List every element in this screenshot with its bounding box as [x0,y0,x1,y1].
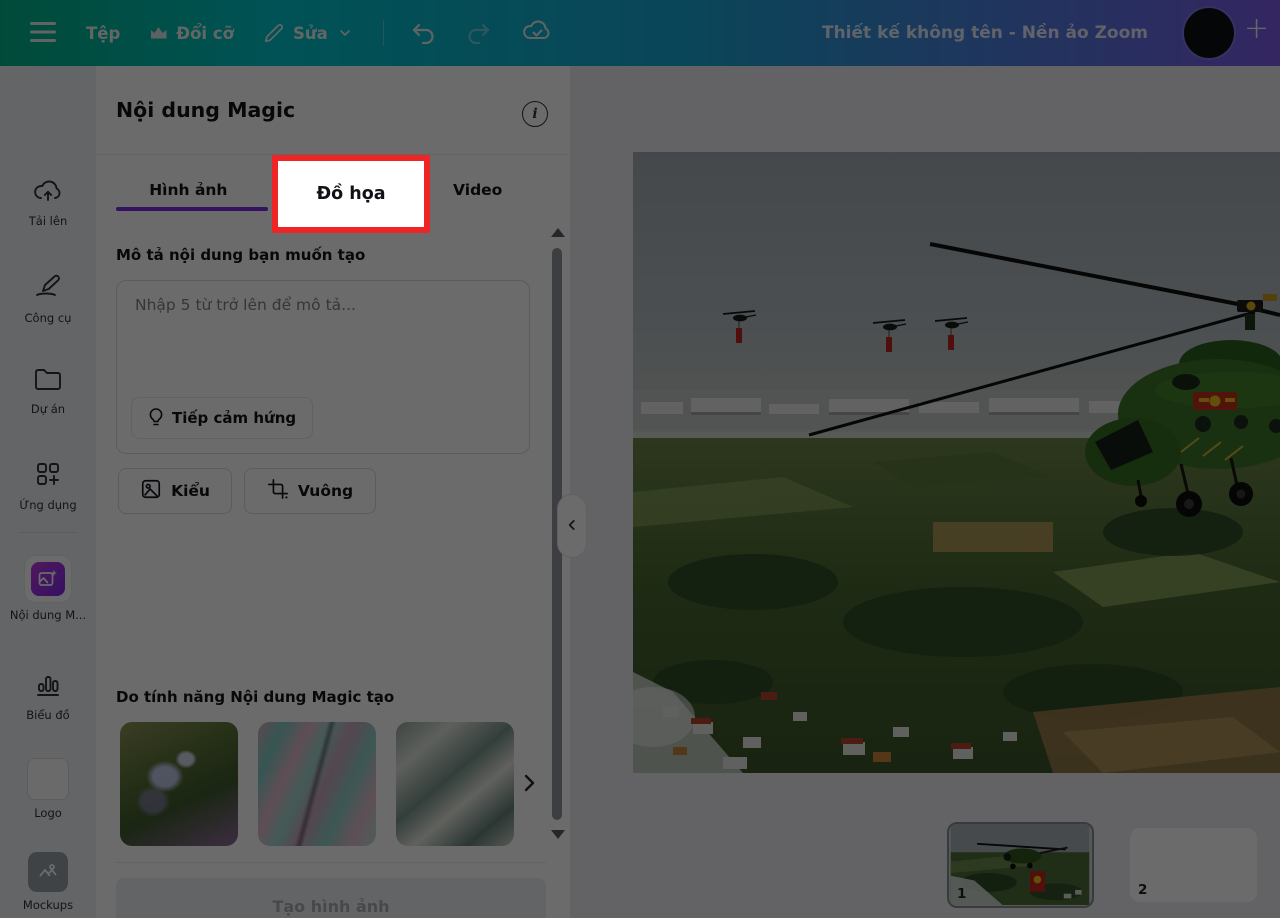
highlighted-tab-do-hoa[interactable]: Đồ họa [272,155,430,233]
resize-button[interactable]: Đổi cỡ [150,24,234,43]
sidebar-item-label: Công cụ [25,311,72,325]
undo-icon [410,20,436,47]
edit-label: Sửa [293,24,328,43]
magic-media-tile [25,556,71,602]
prompt-placeholder: Nhập 5 từ trở lên để mô tả... [135,296,356,314]
crown-icon [150,26,167,40]
prompt-input[interactable]: Nhập 5 từ trở lên để mô tả... Tiếp cảm h… [116,280,530,454]
design-title: Thiết kế không tên - Nền ảo Zoom [822,0,1148,66]
aspect-label: Vuông [298,482,353,500]
cloud-save-button[interactable] [522,19,552,48]
image-style-icon [140,478,162,504]
sidebar-item-label: Biểu đồ [26,708,69,722]
panel-title: Nội dung Magic [116,98,295,122]
chevron-left-icon [565,517,579,536]
sidebar-divider [18,532,78,533]
style-label: Kiểu [171,482,210,500]
lightbulb-icon [148,406,164,431]
gallery-thumb-holographic[interactable] [258,722,376,846]
file-menu-label: Tệp [86,24,120,43]
sidebar-item-label: Dự án [31,402,65,416]
sidebar-item-logo[interactable]: Logo [0,758,96,820]
sidebar-item-label: Tải lên [29,214,67,228]
sidebar-item-charts[interactable]: Biểu đồ [0,670,96,722]
scrollbar-down-arrow[interactable] [551,830,565,839]
hamburger-icon [30,21,56,46]
page-number: 1 [957,886,966,902]
sidebar-item-tools[interactable]: Công cụ [0,273,96,325]
cloud-upload-icon [33,178,63,208]
sidebar-item-apps[interactable]: Ứng dụng [0,460,96,512]
style-button[interactable]: Kiểu [118,468,232,514]
redo-icon [466,20,492,47]
sidebar-item-label: Ứng dụng [19,498,76,512]
active-tab-underline [116,207,268,211]
pencil-icon [264,23,284,43]
scrollbar-up-arrow[interactable] [551,228,565,237]
inspire-label: Tiếp cảm hứng [172,409,296,427]
menu-button[interactable] [30,21,56,46]
canva-editor: Tệp Đổi cỡ Sửa [0,0,1280,918]
sidebar-item-uploads[interactable]: Tải lên [0,178,96,228]
sidebar-item-label: Logo [34,806,62,820]
sidebar-item-projects[interactable]: Dự án [0,366,96,416]
gallery-heading: Do tính năng Nội dung Magic tạo [116,688,394,706]
chevron-down-icon [337,25,353,41]
magic-media-icon [31,562,65,596]
edit-menu-button[interactable]: Sửa [264,23,353,43]
sidebar-item-magic-media[interactable]: Nội dung M... [0,556,96,622]
avatar[interactable] [1184,8,1234,58]
folder-icon [33,366,63,396]
sidebar: Tải lên Công cụ Dự án Ứng dụng [0,66,97,918]
page-thumbnail-2[interactable]: 2 [1130,828,1257,902]
magic-edit-icon [33,273,63,305]
apps-icon [34,460,62,492]
mockups-icon [28,852,68,892]
canvas-workspace: 1 2 [570,66,1280,918]
inspire-button[interactable]: Tiếp cảm hứng [131,397,313,439]
logo-icon [27,758,69,800]
gallery-next-button[interactable] [512,766,546,802]
gallery-thumb-marble[interactable] [396,722,514,846]
toolbar-divider [383,20,384,46]
prompt-label: Mô tả nội dung bạn muốn tạo [116,246,365,264]
sidebar-item-mockups[interactable]: Mockups [0,852,96,912]
resize-label: Đổi cỡ [176,24,234,43]
info-icon[interactable]: i [522,101,548,127]
cloud-check-icon [522,19,552,48]
bar-chart-icon [34,670,62,702]
panel-collapse-handle[interactable] [557,494,587,558]
design-image-helicopters[interactable] [633,152,1280,773]
topbar: Tệp Đổi cỡ Sửa [0,0,1280,66]
file-menu-button[interactable]: Tệp [86,24,120,43]
add-design-button[interactable]: + [1238,13,1275,45]
page-thumbnail-1[interactable]: 1 [947,822,1094,908]
sidebar-item-label: Nội dung M... [10,608,86,622]
sidebar-item-label: Mockups [23,898,73,912]
crop-icon [267,478,289,504]
generate-image-button[interactable]: Tạo hình ảnh [116,878,546,918]
aspect-ratio-button[interactable]: Vuông [244,468,376,514]
page-number: 2 [1138,882,1147,898]
gallery-thumb-flower[interactable] [120,722,238,846]
redo-button[interactable] [466,20,492,47]
tab-hinh-anh[interactable]: Hình ảnh [116,168,261,212]
undo-button[interactable] [410,20,436,47]
chevron-right-icon [517,783,541,798]
panel-footer-divider [116,862,546,863]
